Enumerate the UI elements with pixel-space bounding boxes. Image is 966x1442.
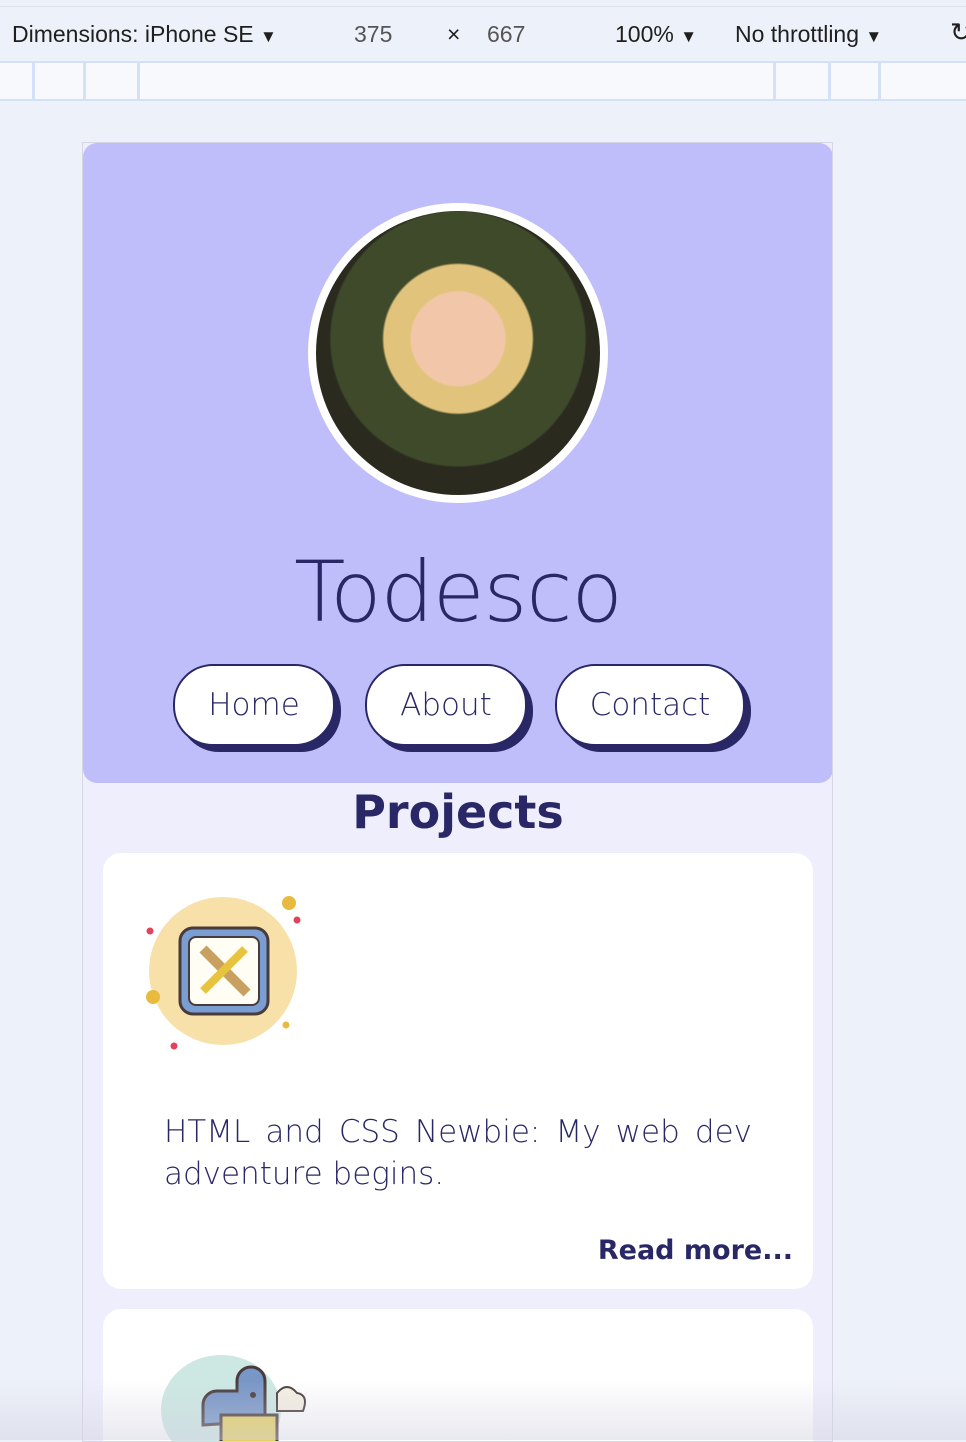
throttling-dropdown[interactable]: No throttling ▼	[735, 21, 882, 48]
dimensions-dropdown[interactable]: Dimensions: iPhone SE ▼	[12, 21, 277, 48]
dropdown-arrow-icon: ▼	[865, 27, 883, 46]
avatar	[308, 203, 608, 503]
nav-about-button[interactable]: About	[365, 664, 527, 746]
profile-photo	[316, 211, 600, 495]
dropdown-arrow-icon: ▼	[680, 27, 698, 46]
site-title: Todesco	[294, 543, 623, 641]
projects-heading: Projects	[352, 785, 564, 839]
throttling-label: No throttling	[735, 21, 860, 47]
site-header: Todesco Home About Contact	[83, 143, 832, 783]
rotate-icon[interactable]: ↻	[950, 17, 966, 48]
nav-home-button[interactable]: Home	[173, 664, 335, 746]
nav-contact-button[interactable]: Contact	[555, 664, 745, 746]
width-input[interactable]: 375	[354, 21, 392, 48]
times-icon: ×	[447, 21, 461, 47]
dropdown-arrow-icon: ▼	[260, 27, 277, 46]
read-more-link[interactable]: Read more...	[598, 1235, 793, 1266]
pencil-ruler-icon	[146, 896, 301, 1050]
bottom-fade	[0, 1380, 966, 1440]
height-input[interactable]: 667	[487, 21, 525, 48]
device-viewport: Todesco Home About Contact Projects HTML…	[82, 142, 833, 1442]
project-description: HTML and CSS Newbie: My web dev adventur…	[164, 1114, 752, 1192]
project-card: HTML and CSS Newbie: My web dev adventur…	[103, 853, 813, 1289]
media-query-ruler[interactable]	[0, 61, 966, 101]
zoom-dropdown[interactable]: 100% ▼	[615, 21, 697, 48]
dimensions-label: Dimensions: iPhone SE	[12, 21, 254, 47]
devtools-toolbar: Dimensions: iPhone SE ▼ 375 × 667 100% ▼…	[0, 6, 966, 61]
zoom-label: 100%	[615, 21, 674, 47]
